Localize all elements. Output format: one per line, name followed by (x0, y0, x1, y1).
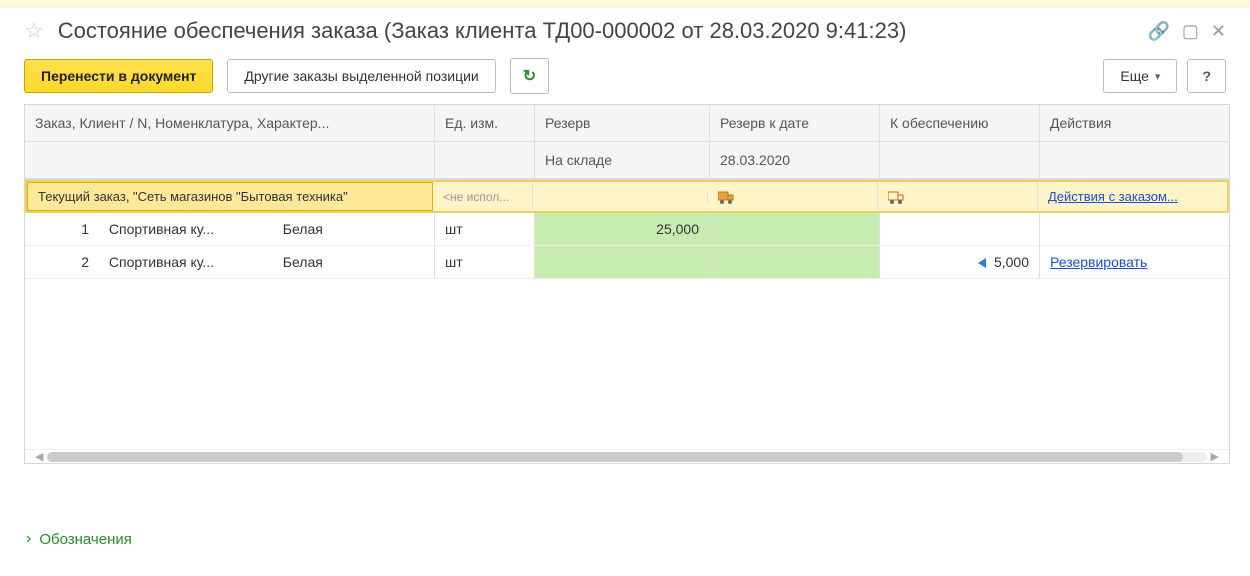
row-char: Белая (283, 254, 323, 270)
group-truck1 (708, 183, 878, 211)
row-reserve: 25,000 (535, 213, 710, 245)
close-icon[interactable]: ✕ (1211, 21, 1226, 42)
col-unit-sub (435, 142, 535, 179)
row-num: 2 (35, 254, 105, 270)
refresh-icon: ↻ (523, 68, 536, 85)
refresh-button[interactable]: ↻ (510, 58, 549, 94)
group-label: Текущий заказ, "Сеть магазинов "Бытовая … (27, 182, 433, 211)
row-unit: шт (435, 213, 535, 245)
row-order: 1 Спортивная ку... Белая (25, 213, 435, 245)
col-reserve-date[interactable]: Резерв к дате (710, 105, 880, 142)
group-row[interactable]: Текущий заказ, "Сеть магазинов "Бытовая … (25, 180, 1229, 213)
row-actions[interactable]: Резервировать (1040, 246, 1229, 278)
header: ☆ Состояние обеспечения заказа (Заказ кл… (0, 8, 1250, 52)
arrow-left-icon (978, 258, 986, 268)
group-actions[interactable]: Действия с заказом... (1038, 183, 1227, 210)
group-reserve (533, 191, 708, 203)
row-reserve-date (710, 246, 880, 278)
favorite-star-icon[interactable]: ☆ (24, 18, 44, 44)
col-date-sub: 28.03.2020 (710, 142, 880, 179)
col-order[interactable]: Заказ, Клиент / N, Номенклатура, Характе… (25, 105, 435, 142)
transfer-button[interactable]: Перенести в документ (24, 59, 213, 93)
row-name: Спортивная ку... (109, 254, 279, 270)
group-unit-note: <не испол... (433, 184, 533, 210)
legend-label: Обозначения (39, 531, 132, 548)
col-actions-sub (1040, 142, 1229, 179)
more-label: Еще (1120, 68, 1149, 84)
row-unit: шт (435, 246, 535, 278)
row-provide-value: 5,000 (994, 254, 1029, 270)
help-button[interactable]: ? (1187, 59, 1226, 93)
col-provide[interactable]: К обеспечению (880, 105, 1040, 142)
scroll-right-icon[interactable]: ▶ (1207, 450, 1223, 463)
more-button[interactable]: Еще (1103, 59, 1177, 93)
other-orders-button[interactable]: Другие заказы выделенной позиции (227, 59, 495, 93)
row-name: Спортивная ку... (109, 221, 279, 237)
table-row[interactable]: 1 Спортивная ку... Белая шт 25,000 (25, 213, 1229, 246)
legend-toggle[interactable]: Обозначения (26, 530, 132, 548)
row-num: 1 (35, 221, 105, 237)
row-char: Белая (283, 221, 323, 237)
scroll-thumb[interactable] (47, 452, 1183, 462)
link-icon[interactable]: 🔗 (1147, 21, 1169, 42)
col-reserve[interactable]: Резерв (535, 105, 710, 142)
table-row[interactable]: 2 Спортивная ку... Белая шт 5,000 Резерв… (25, 246, 1229, 279)
reserve-link[interactable]: Резервировать (1050, 254, 1147, 270)
row-actions (1040, 213, 1229, 245)
truck-outline-icon (888, 190, 906, 204)
page-title: Состояние обеспечения заказа (Заказ клие… (58, 18, 1138, 44)
group-actions-link[interactable]: Действия с заказом... (1048, 189, 1178, 204)
row-order: 2 Спортивная ку... Белая (25, 246, 435, 278)
col-reserve-sub: На складе (535, 142, 710, 179)
group-truck2 (878, 183, 1038, 211)
window-icon[interactable]: ▢ (1182, 21, 1199, 42)
scroll-left-icon[interactable]: ◀ (31, 450, 47, 463)
truck-icon (718, 190, 736, 204)
col-unit[interactable]: Ед. изм. (435, 105, 535, 142)
scroll-track[interactable] (47, 452, 1206, 462)
row-reserve (535, 246, 710, 278)
toolbar: Перенести в документ Другие заказы выдел… (0, 52, 1250, 100)
toolbar-strip (0, 0, 1250, 8)
row-provide: 5,000 (880, 246, 1040, 278)
col-actions[interactable]: Действия (1040, 105, 1229, 142)
row-reserve-date (710, 213, 880, 245)
col-order-sub (25, 142, 435, 179)
data-table: Заказ, Клиент / N, Номенклатура, Характе… (24, 104, 1230, 464)
col-provide-sub (880, 142, 1040, 179)
row-provide (880, 213, 1040, 245)
horizontal-scrollbar[interactable]: ◀ ▶ (25, 449, 1229, 463)
